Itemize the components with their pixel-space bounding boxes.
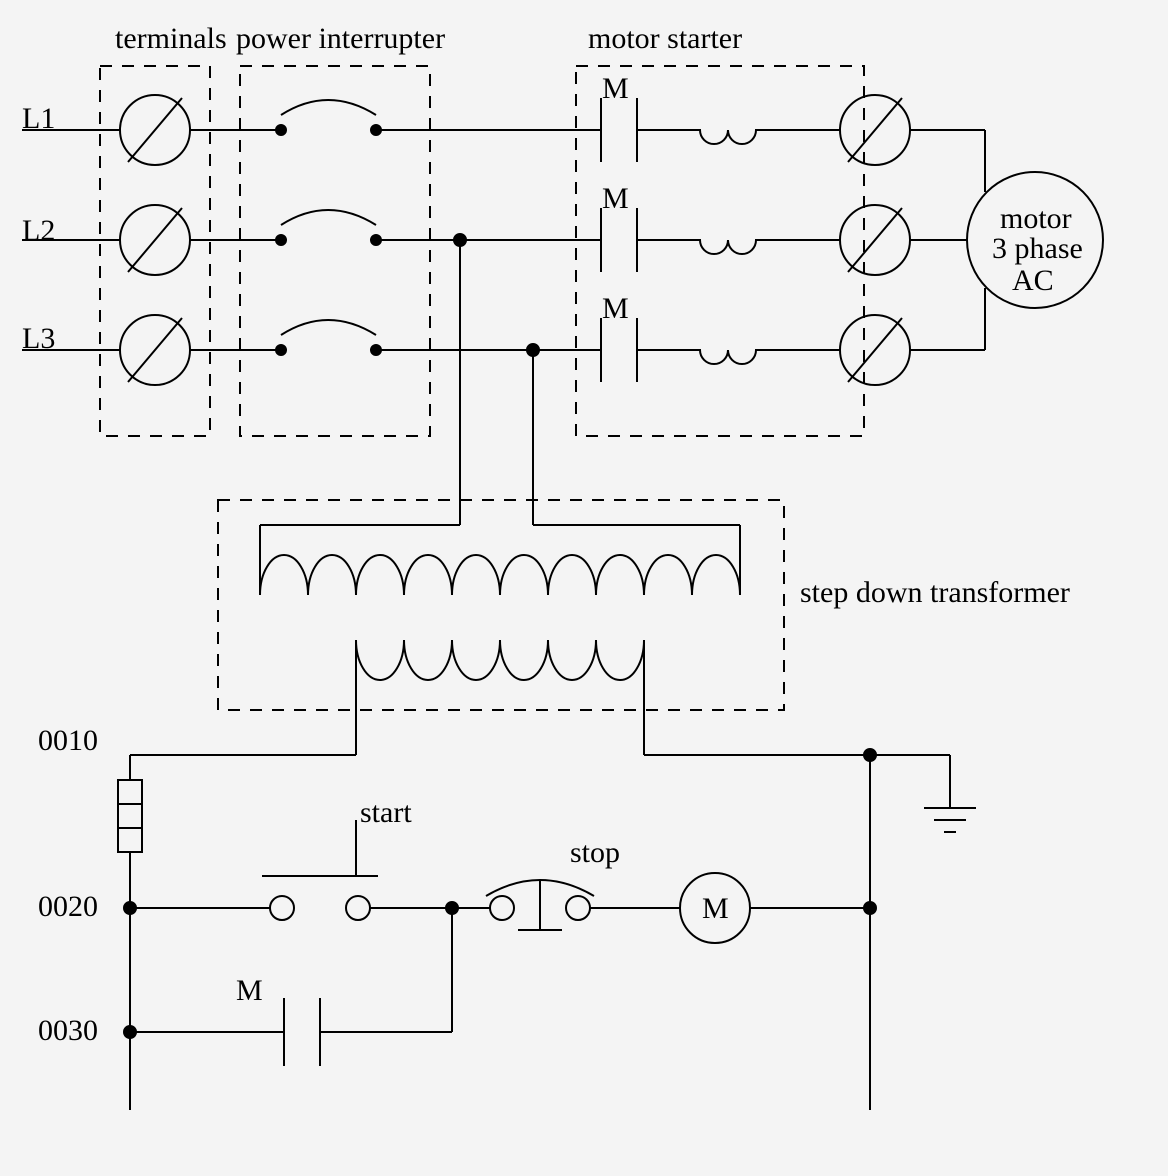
label-AC: AC [1012,264,1054,297]
label-motor-starter: motor starter [588,22,742,55]
label-3phase: 3 phase [992,232,1083,265]
fuse-icon [118,780,142,852]
label-0010: 0010 [38,724,98,757]
label-coil-M: M [702,892,729,925]
label-M1: M [602,72,629,105]
label-M2: M [602,182,629,215]
label-M3: M [602,292,629,325]
label-start: start [360,796,412,829]
label-0020: 0020 [38,890,98,923]
label-motor: motor [1000,202,1072,235]
label-terminals: terminals [115,22,227,55]
label-transformer: step down transformer [800,576,1070,609]
label-contact-M: M [236,974,263,1007]
label-L2: L2 [22,214,55,247]
label-stop: stop [570,836,620,869]
label-power-interrupter: power interrupter [236,22,445,55]
label-0030: 0030 [38,1014,98,1047]
